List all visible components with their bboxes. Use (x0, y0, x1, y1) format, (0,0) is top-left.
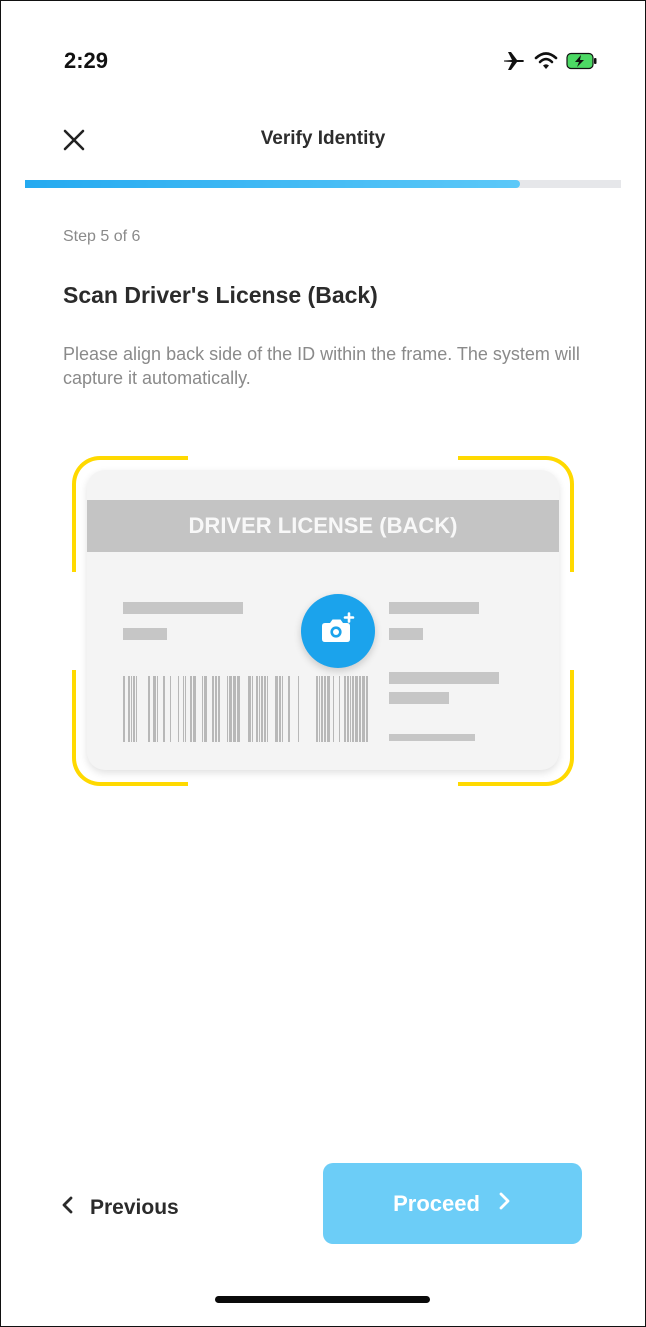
barcode-bar (267, 676, 268, 742)
barcode-bar (282, 676, 283, 742)
chevron-left-icon (60, 1195, 74, 1221)
barcode-bar (153, 676, 156, 742)
placeholder-line (389, 602, 479, 614)
barcode-bar (362, 676, 365, 742)
placeholder-line (123, 602, 243, 614)
status-bar: 2:29 (0, 48, 646, 80)
previous-button[interactable]: Previous (60, 1188, 179, 1228)
barcode-bar (131, 676, 132, 742)
camera-capture-button[interactable] (301, 594, 375, 668)
barcode-bar (133, 676, 135, 742)
wifi-icon (534, 51, 558, 76)
previous-label: Previous (90, 1196, 179, 1219)
placeholder-line (123, 628, 167, 640)
barcode-bar (227, 676, 228, 742)
step-progress-bar (25, 180, 621, 188)
barcode-bar (237, 676, 240, 742)
barcode-bar (256, 676, 258, 742)
page-title: Verify Identity (260, 128, 386, 149)
battery-charging-icon (566, 52, 598, 75)
barcode-bar (316, 676, 318, 742)
barcode-bar (275, 676, 278, 742)
barcode-graphic (123, 676, 371, 742)
barcode-bar (183, 676, 184, 742)
proceed-label: Proceed (393, 1190, 480, 1216)
barcode-bar (359, 676, 361, 742)
barcode-bar (233, 676, 236, 742)
status-time: 2:29 (64, 48, 109, 73)
barcode-bar (344, 676, 346, 742)
airplane-mode-icon (502, 50, 526, 77)
barcode-bar (261, 676, 263, 742)
barcode-bar (193, 676, 196, 742)
barcode-bar (202, 676, 203, 742)
barcode-bar (259, 676, 260, 742)
card-title: DRIVER LICENSE (BACK) (87, 500, 559, 552)
barcode-bar (128, 676, 130, 742)
home-indicator (215, 1296, 430, 1303)
barcode-bar (339, 676, 340, 742)
barcode-bar (347, 676, 349, 742)
barcode-bar (185, 676, 186, 742)
barcode-bar (229, 676, 232, 742)
progress-fill (25, 180, 520, 188)
barcode-bar (264, 676, 266, 742)
license-card-placeholder: DRIVER LICENSE (BACK) (87, 470, 559, 770)
barcode-bar (298, 676, 299, 742)
barcode-bar (321, 676, 323, 742)
barcode-bar (218, 676, 220, 742)
placeholder-line (389, 734, 475, 741)
proceed-button[interactable]: Proceed (323, 1163, 582, 1244)
section-heading: Scan Driver's License (Back) (63, 282, 378, 308)
barcode-bar (204, 676, 207, 742)
barcode-bar (148, 676, 150, 742)
barcode-bar (215, 676, 217, 742)
barcode-bar (355, 676, 358, 742)
barcode-bar (352, 676, 354, 742)
placeholder-line (389, 692, 449, 704)
barcode-bar (252, 676, 253, 742)
app-header: Verify Identity (0, 112, 646, 164)
barcode-bar (157, 676, 158, 742)
barcode-bar (333, 676, 334, 742)
barcode-bar (327, 676, 330, 742)
scan-frame: DRIVER LICENSE (BACK) (72, 456, 574, 786)
step-label: Step 5 of 6 (63, 228, 141, 245)
camera-add-icon (319, 611, 357, 651)
barcode-bar (319, 676, 320, 742)
barcode-bar (163, 676, 165, 742)
barcode-bar (136, 676, 137, 742)
barcode-bar (324, 676, 326, 742)
placeholder-line (389, 628, 423, 640)
chevron-right-icon (498, 1191, 512, 1217)
barcode-bar (288, 676, 290, 742)
barcode-bar (212, 676, 214, 742)
barcode-bar (178, 676, 179, 742)
barcode-bar (350, 676, 351, 742)
placeholder-line (389, 672, 499, 684)
barcode-bar (248, 676, 251, 742)
status-icons (502, 50, 598, 77)
barcode-bar (366, 676, 368, 742)
barcode-bar (279, 676, 281, 742)
barcode-bar (190, 676, 192, 742)
instruction-text: Please align back side of the ID within … (63, 344, 580, 388)
barcode-bar (123, 676, 125, 742)
barcode-bar (170, 676, 171, 742)
